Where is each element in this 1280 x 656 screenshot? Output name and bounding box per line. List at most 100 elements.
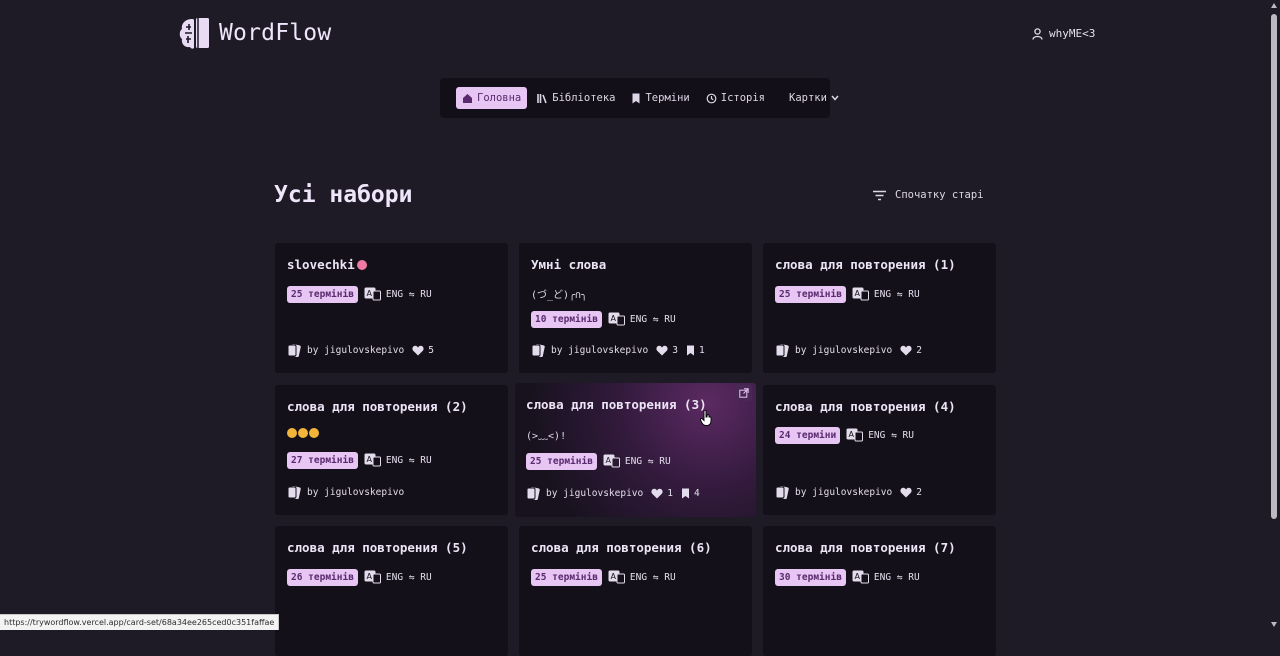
cards-icon [775, 344, 789, 357]
svg-text:A: A [366, 455, 372, 464]
languages: ENG ⇋ RU [629, 572, 676, 583]
cards-icon [287, 486, 301, 499]
nav-cards-dropdown[interactable]: Картки [783, 87, 849, 109]
emoji-icon [309, 428, 319, 438]
terms-badge: 25 термінів [775, 286, 846, 303]
emoji-icon [287, 428, 297, 438]
card-set[interactable]: слова для повторения (6) 25 термінів A E… [519, 526, 752, 656]
card-footer: by jigulovskepivo 1 4 [526, 487, 700, 500]
likes-count: 2 [916, 345, 922, 356]
card-meta: 27 термінів A ENG ⇋ RU [287, 452, 432, 469]
terms-badge: 25 термінів [526, 453, 597, 470]
card-set[interactable]: слова для повторения (4) 24 терміни A EN… [763, 385, 996, 515]
heart-icon[interactable] [900, 487, 912, 498]
card-footer: by jigulovskepivo [287, 486, 404, 499]
card-title: слова для повторения (5) [287, 540, 468, 555]
nav-home[interactable]: Головна [456, 87, 528, 109]
sort-label: Спочатку старі [895, 189, 984, 201]
svg-text:A: A [610, 572, 616, 581]
card-title: Умні слова [531, 257, 607, 272]
terms-badge: 30 термінів [775, 569, 846, 586]
user-icon [1032, 27, 1043, 40]
translate-icon: A [846, 428, 864, 442]
card-set[interactable]: Умні слова (づ_ど)╭∩╮ 10 термінів A ENG ⇋ … [519, 243, 752, 373]
heart-icon[interactable] [651, 488, 663, 499]
card-description: (づ_ど)╭∩╮ [531, 290, 588, 301]
languages: ENG ⇋ RU [873, 572, 920, 583]
translate-icon: A [364, 287, 381, 301]
scroll-down-arrow-icon[interactable] [1271, 622, 1277, 627]
heart-icon[interactable] [412, 345, 424, 356]
cards-icon [287, 344, 301, 357]
terms-badge: 25 термінів [531, 569, 602, 586]
likes-count: 2 [916, 487, 922, 498]
card-set[interactable]: слова для повторения (1) 25 термінів A E… [763, 243, 996, 373]
card-meta: 26 термінів A ENG ⇋ RU [287, 569, 432, 586]
brain-book-icon [179, 18, 209, 49]
scrollbar-thumb[interactable] [1271, 14, 1277, 519]
svg-text:A: A [366, 572, 372, 581]
terms-badge: 25 термінів [287, 286, 358, 303]
cards-icon [775, 486, 789, 499]
author: by jigulovskepivo [795, 345, 893, 356]
languages: ENG ⇋ RU [385, 455, 432, 466]
card-title: слова для повторения (3) [526, 397, 707, 412]
languages: ENG ⇋ RU [629, 314, 676, 325]
card-meta: 25 термінів A ENG ⇋ RU [526, 453, 671, 470]
bookmark-icon[interactable] [681, 488, 690, 499]
card-description [287, 428, 319, 438]
terms-badge: 10 термінів [531, 311, 602, 328]
nav-home-label: Головна [477, 92, 522, 104]
heart-icon[interactable] [900, 345, 912, 356]
scroll-up-arrow-icon[interactable] [1271, 3, 1277, 8]
card-set-hovered[interactable]: слова для повторения (3) (>﹏<)! 25 термі… [515, 383, 756, 517]
scrollbar[interactable] [1268, 0, 1280, 630]
main-nav: Головна Бібліотека Терміни Історія Картк… [440, 78, 839, 118]
author: by jigulovskepivo [551, 345, 649, 356]
saves-count: 4 [693, 488, 700, 499]
emoji-icon [356, 260, 367, 270]
nav-terms[interactable]: Терміни [625, 87, 695, 109]
terms-badge: 27 термінів [287, 452, 358, 469]
card-footer: by jigulovskepivo 5 [287, 344, 434, 357]
card-set[interactable]: слова для повторения (5) 26 термінів A E… [275, 526, 508, 656]
likes-count: 1 [667, 488, 673, 499]
card-title: слова для повторения (1) [775, 257, 956, 272]
svg-text:A: A [854, 572, 860, 581]
history-icon [706, 93, 717, 103]
translate-icon: A [364, 453, 381, 467]
author: by jigulovskepivo [307, 345, 405, 356]
open-external-button[interactable] [736, 385, 752, 401]
card-description: (>﹏<)! [526, 431, 567, 442]
nav-library[interactable]: Бібліотека [531, 87, 621, 109]
likes-count: 5 [428, 345, 434, 356]
status-bar-url: https://trywordflow.vercel.app/card-set/… [0, 614, 280, 630]
card-footer: by jigulovskepivo 3 1 [531, 344, 705, 357]
card-set[interactable]: слова для повторения (2) 27 термінів A E… [275, 385, 508, 515]
cards-icon [526, 487, 540, 500]
card-title: слова для повторения (7) [775, 540, 956, 555]
card-meta: 25 термінів A ENG ⇋ RU [287, 286, 432, 303]
terms-badge: 24 терміни [775, 427, 841, 444]
svg-text:A: A [366, 289, 372, 298]
emoji-icon [298, 428, 308, 438]
author: by jigulovskepivo [795, 487, 893, 498]
sort-button[interactable]: Спочатку старі [872, 189, 984, 201]
nav-history[interactable]: Історія [700, 87, 771, 109]
card-set[interactable]: slovechki 25 термінів A ENG ⇋ RU by jigu… [275, 243, 508, 373]
user-menu[interactable]: whyME<3 [1032, 27, 1095, 40]
bookmark-icon [632, 93, 640, 103]
svg-text:A: A [605, 456, 611, 465]
nav-cards-label: Картки [789, 92, 827, 104]
nav-history-label: Історія [720, 92, 766, 104]
translate-icon: A [852, 287, 869, 301]
terms-badge: 26 термінів [287, 569, 358, 586]
svg-text:A: A [849, 430, 855, 439]
card-footer: by jigulovskepivo 2 [775, 486, 922, 499]
heart-icon[interactable] [656, 345, 668, 356]
logo[interactable]: WordFlow [178, 15, 331, 51]
home-icon [463, 93, 472, 103]
card-set[interactable]: слова для повторения (7) 30 термінів A E… [763, 526, 996, 656]
translate-icon: A [852, 570, 869, 584]
bookmark-icon[interactable] [686, 345, 695, 356]
